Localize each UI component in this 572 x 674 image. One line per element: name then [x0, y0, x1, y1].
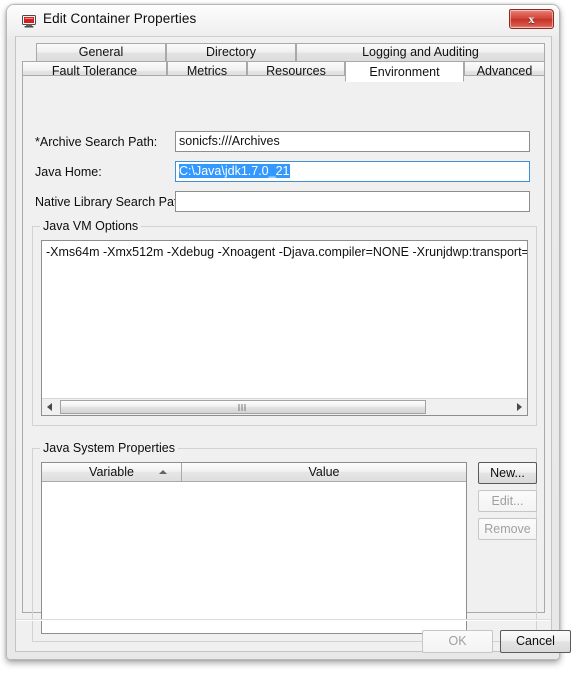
column-header-variable[interactable]: Variable	[42, 463, 182, 482]
dialog-window: Edit Container Properties x General Dire…	[6, 4, 571, 660]
window-title: Edit Container Properties	[43, 11, 197, 26]
java-vm-options-hscrollbar[interactable]	[42, 398, 527, 415]
java-home-label: Java Home:	[35, 165, 102, 179]
column-header-value[interactable]: Value	[182, 463, 466, 482]
native-library-search-path-label: Native Library Search Path:	[35, 195, 188, 209]
edit-property-button: Edit...	[478, 490, 537, 512]
hscroll-thumb[interactable]	[60, 400, 426, 414]
container-monitor-icon	[21, 13, 37, 29]
column-header-value-label: Value	[308, 465, 340, 479]
title-bar: Edit Container Properties x	[7, 5, 559, 36]
footer-separator	[16, 619, 551, 621]
java-vm-options-group-title: Java VM Options	[40, 219, 142, 233]
tab-logging-and-auditing[interactable]: Logging and Auditing	[296, 43, 545, 62]
java-system-properties-group-title: Java System Properties	[40, 441, 178, 455]
java-home-selected-text: C:\Java\jdk1.7.0_21	[179, 164, 290, 178]
table-header-row: Variable Value	[42, 463, 466, 482]
scroll-grip-icon	[238, 404, 248, 411]
java-vm-options-textarea[interactable]: -Xms64m -Xmx512m -Xdebug -Xnoagent -Djav…	[41, 240, 528, 416]
native-library-search-path-input[interactable]	[175, 191, 530, 212]
java-system-properties-table[interactable]: Variable Value	[41, 462, 467, 634]
sort-ascending-icon	[159, 470, 167, 474]
cancel-button[interactable]: Cancel	[500, 630, 571, 653]
close-button[interactable]: x	[509, 9, 554, 29]
table-body-empty[interactable]	[42, 482, 466, 633]
tab-directory[interactable]: Directory	[166, 43, 296, 62]
dialog-client-area: General Directory Logging and Auditing F…	[15, 36, 571, 653]
java-vm-options-text: -Xms64m -Xmx512m -Xdebug -Xnoagent -Djav…	[46, 245, 528, 259]
java-home-input[interactable]: C:\Java\jdk1.7.0_21	[175, 161, 530, 182]
tab-environment[interactable]: Environment	[345, 61, 464, 82]
scroll-left-arrow-icon[interactable]	[42, 399, 58, 415]
archive-search-path-input[interactable]: sonicfs:///Archives	[175, 131, 530, 152]
archive-search-path-label: *Archive Search Path:	[35, 135, 158, 149]
tab-general[interactable]: General	[36, 43, 166, 62]
environment-tab-panel: *Archive Search Path: sonicfs:///Archive…	[22, 75, 545, 642]
new-property-button[interactable]: New...	[478, 462, 537, 484]
remove-property-button: Remove	[478, 518, 537, 540]
ok-button: OK	[422, 630, 493, 653]
scroll-right-arrow-icon[interactable]	[511, 399, 527, 415]
tab-strip: General Directory Logging and Auditing F…	[22, 43, 545, 82]
column-header-variable-label: Variable	[89, 465, 134, 479]
